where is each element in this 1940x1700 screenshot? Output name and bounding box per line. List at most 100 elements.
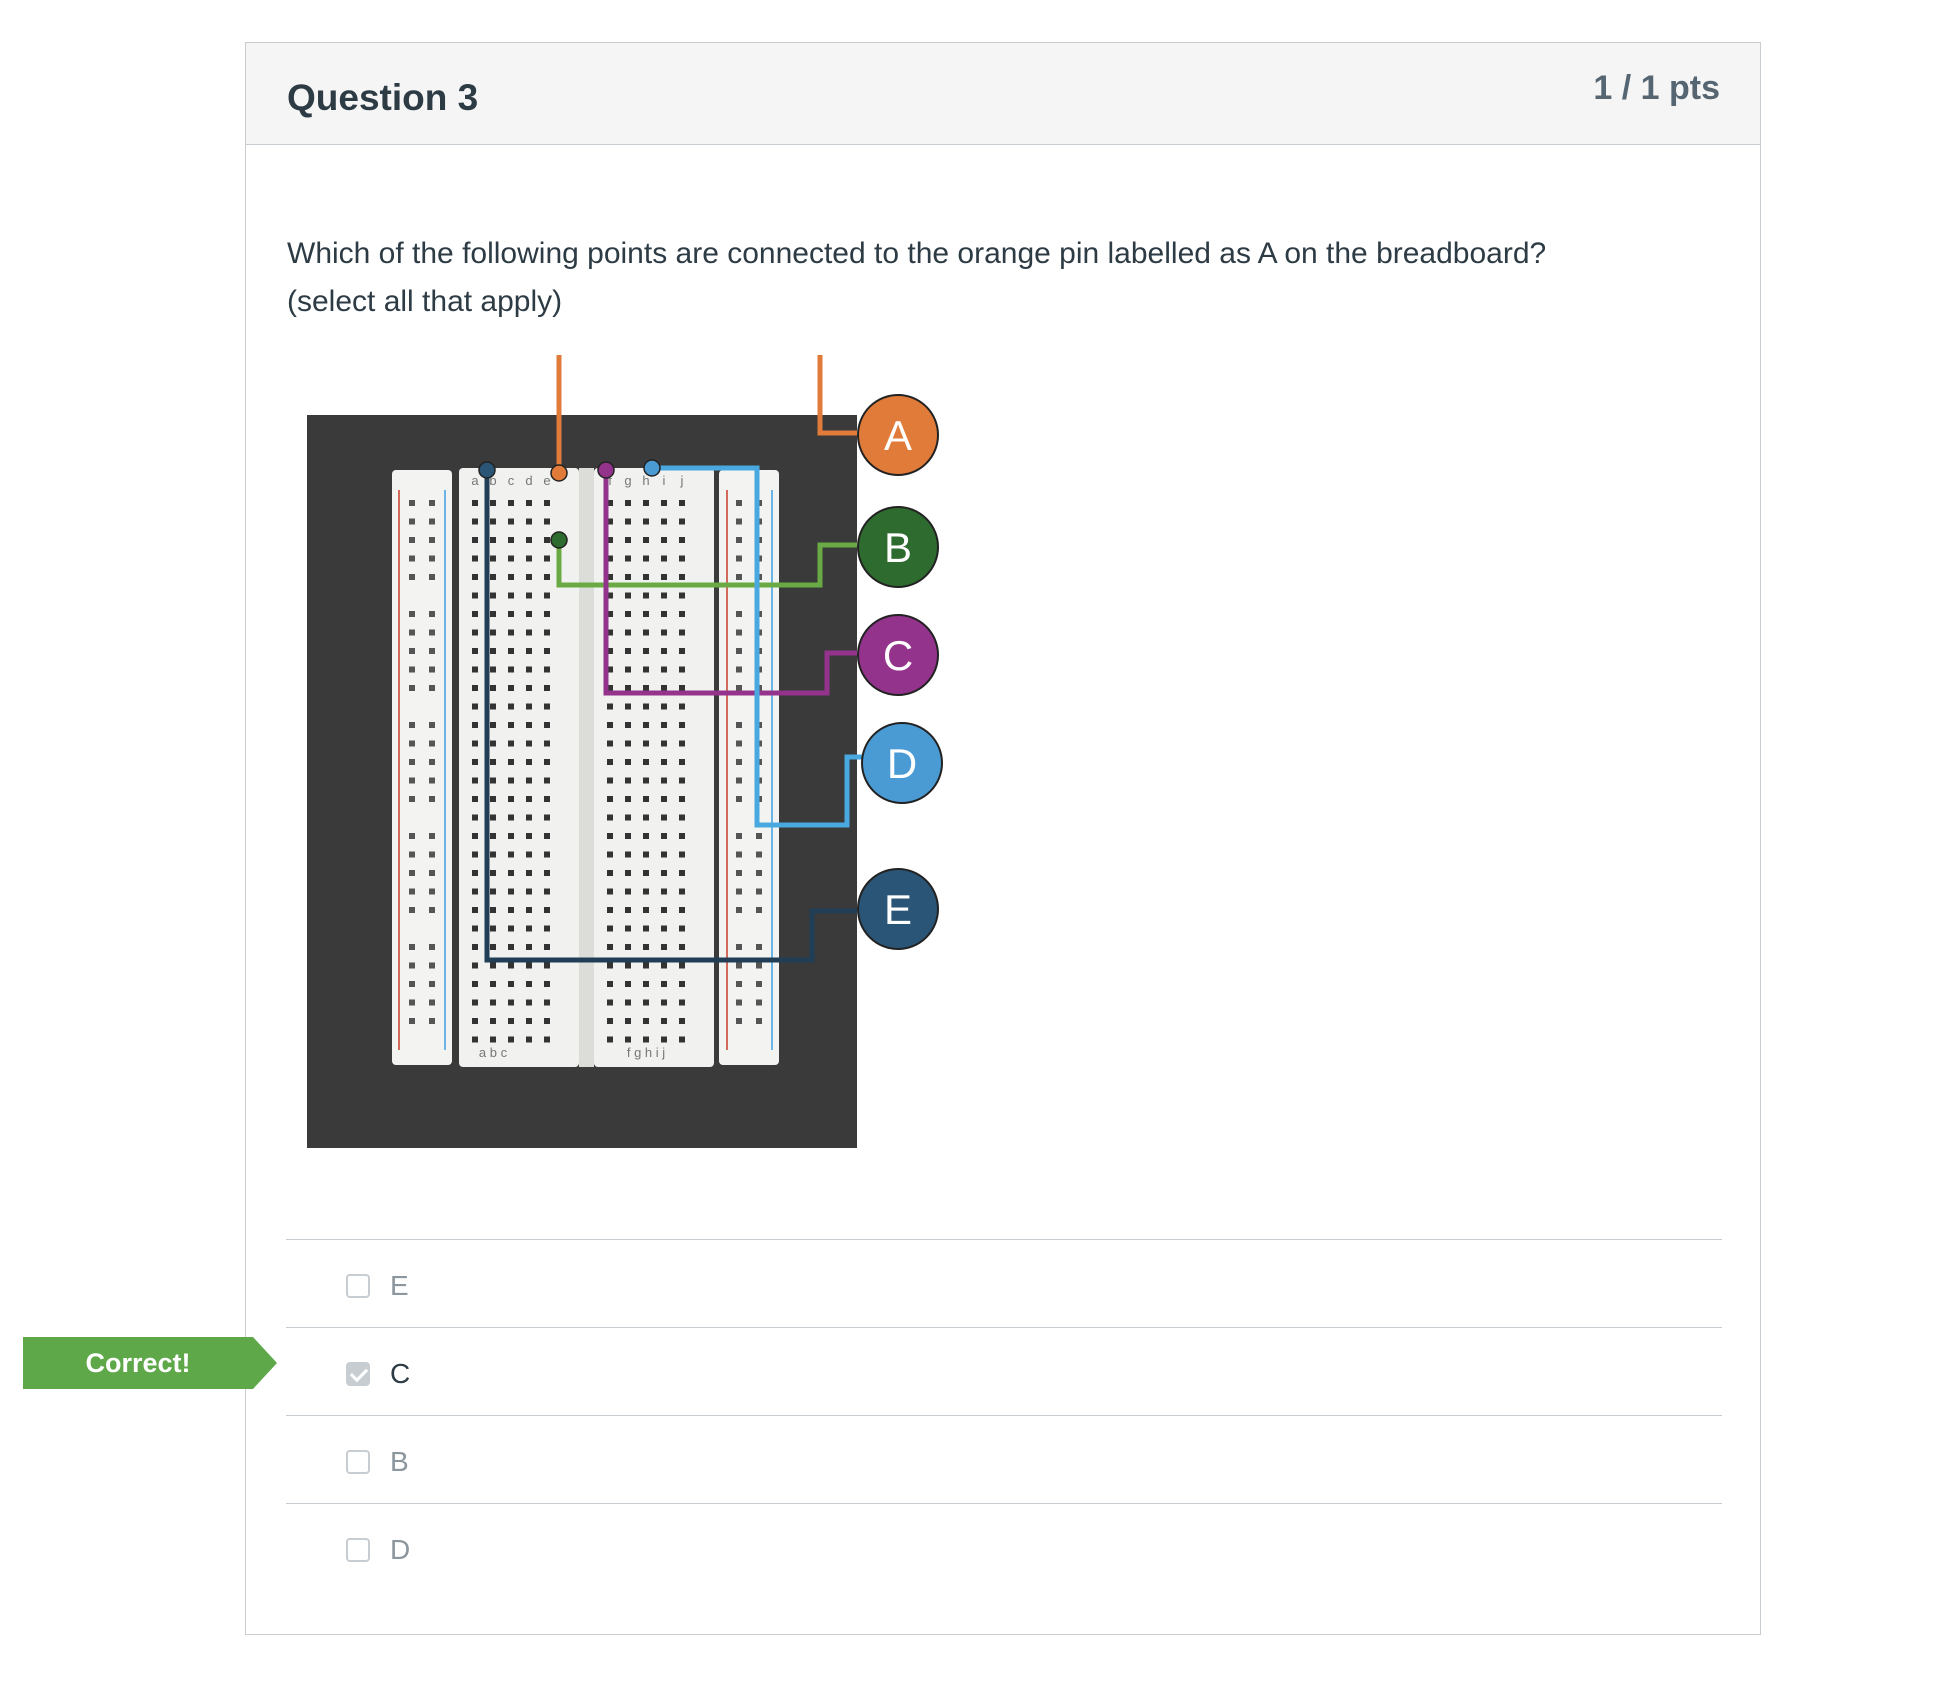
rail-hole bbox=[756, 851, 762, 858]
answer-checkbox-d[interactable] bbox=[346, 1538, 370, 1562]
hole bbox=[526, 500, 532, 506]
answer-checkbox-c[interactable] bbox=[346, 1362, 370, 1386]
hole bbox=[679, 962, 685, 969]
hole bbox=[625, 962, 631, 969]
hole bbox=[472, 537, 478, 543]
hole bbox=[490, 740, 496, 747]
hole bbox=[544, 537, 550, 543]
hole bbox=[472, 740, 478, 747]
hole bbox=[490, 888, 496, 895]
hole bbox=[679, 888, 685, 895]
answer-checkbox-e[interactable] bbox=[346, 1274, 370, 1298]
rail-hole bbox=[409, 722, 415, 728]
marker-label-d: D bbox=[887, 740, 917, 787]
hole bbox=[526, 814, 532, 821]
breadboard-left-rail bbox=[392, 470, 452, 1065]
rail-hole bbox=[429, 944, 435, 950]
hole bbox=[625, 759, 631, 765]
answer-checkbox-b[interactable] bbox=[346, 1450, 370, 1474]
hole bbox=[490, 500, 496, 506]
hole bbox=[625, 1018, 631, 1024]
answer-label-c: C bbox=[390, 1358, 411, 1389]
answer-option-e[interactable]: E bbox=[286, 1239, 1722, 1327]
rail-hole bbox=[409, 796, 415, 802]
question-text-line-2: (select all that apply) bbox=[287, 285, 563, 318]
hole bbox=[544, 907, 550, 913]
hole bbox=[661, 796, 667, 802]
hole bbox=[625, 666, 631, 673]
hole bbox=[643, 777, 649, 784]
hole bbox=[472, 1018, 478, 1024]
hole bbox=[625, 629, 631, 636]
hole bbox=[544, 592, 550, 599]
hole bbox=[508, 518, 514, 525]
hole bbox=[661, 592, 667, 599]
hole bbox=[679, 833, 685, 839]
hole bbox=[544, 703, 550, 710]
hole bbox=[526, 888, 532, 895]
hole bbox=[472, 870, 478, 876]
hole bbox=[544, 981, 550, 987]
rail-hole bbox=[429, 870, 435, 876]
rail-hole bbox=[429, 777, 435, 784]
hole bbox=[544, 685, 550, 691]
hole bbox=[508, 796, 514, 802]
center-channel bbox=[579, 468, 594, 1067]
hole bbox=[643, 629, 649, 636]
hole bbox=[643, 814, 649, 821]
rail-hole bbox=[409, 555, 415, 562]
hole bbox=[544, 518, 550, 525]
hole bbox=[490, 648, 496, 654]
rail-hole bbox=[756, 944, 762, 950]
column-letter: c bbox=[508, 473, 515, 488]
rail-hole bbox=[736, 870, 742, 876]
rail-hole bbox=[429, 851, 435, 858]
hole bbox=[607, 814, 613, 821]
hole bbox=[625, 944, 631, 950]
hole bbox=[643, 611, 649, 617]
hole bbox=[472, 592, 478, 599]
rail-hole bbox=[736, 685, 742, 691]
rail-hole bbox=[429, 500, 435, 506]
rail-hole bbox=[736, 648, 742, 654]
rail-hole bbox=[409, 518, 415, 525]
rail-hole bbox=[429, 611, 435, 617]
hole bbox=[679, 555, 685, 562]
answer-option-b[interactable]: B bbox=[286, 1415, 1722, 1503]
hole bbox=[508, 1018, 514, 1024]
hole bbox=[508, 907, 514, 913]
answer-option-d[interactable]: D bbox=[286, 1503, 1722, 1591]
question-header: Question 3 1 / 1 pts bbox=[246, 43, 1760, 145]
rail-hole bbox=[429, 888, 435, 895]
hole bbox=[661, 703, 667, 710]
hole bbox=[643, 833, 649, 839]
question-text-line-1: Which of the following points are connec… bbox=[287, 237, 1547, 270]
rail-hole bbox=[736, 518, 742, 525]
hole bbox=[508, 574, 514, 580]
breadboard-diagram: abcdefghija b cf g h i j ABCDE bbox=[297, 355, 1142, 1185]
hole bbox=[472, 888, 478, 895]
hole bbox=[607, 722, 613, 728]
hole bbox=[526, 925, 532, 932]
hole bbox=[679, 814, 685, 821]
hole bbox=[472, 666, 478, 673]
hole bbox=[661, 648, 667, 654]
hole bbox=[490, 629, 496, 636]
hole bbox=[625, 537, 631, 543]
rail-hole bbox=[409, 981, 415, 987]
hole bbox=[679, 666, 685, 673]
rail-hole bbox=[736, 981, 742, 987]
rail-hole bbox=[429, 518, 435, 525]
hole bbox=[625, 574, 631, 580]
hole bbox=[679, 629, 685, 636]
hole bbox=[643, 722, 649, 728]
answer-label-b: B bbox=[390, 1446, 409, 1477]
answer-option-c[interactable]: C bbox=[286, 1327, 1722, 1415]
rail-hole bbox=[409, 888, 415, 895]
hole bbox=[643, 685, 649, 691]
hole bbox=[643, 907, 649, 913]
hole bbox=[607, 981, 613, 987]
hole bbox=[679, 796, 685, 802]
hole bbox=[526, 611, 532, 617]
rail-hole bbox=[409, 666, 415, 673]
